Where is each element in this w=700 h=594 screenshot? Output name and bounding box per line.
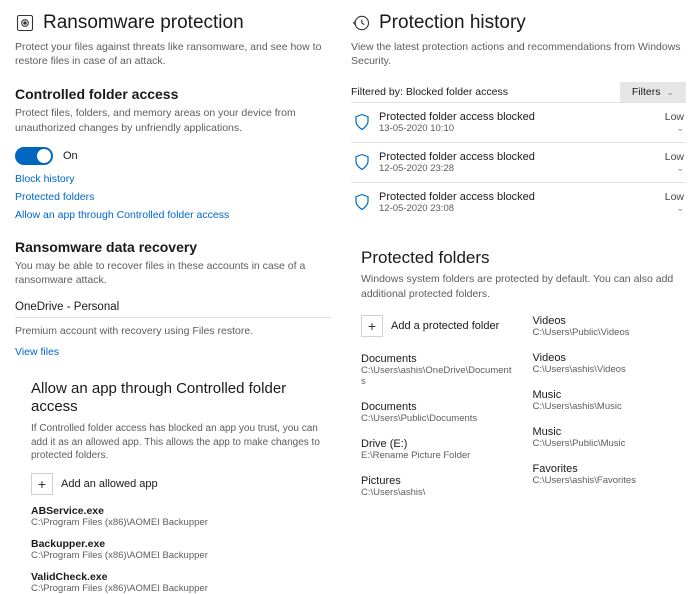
protected-folders-desc: Windows system folders are protected by … — [351, 272, 686, 300]
block-history-link[interactable]: Block history — [15, 173, 331, 185]
history-item[interactable]: Protected folder access blocked 12-05-20… — [351, 142, 686, 182]
recovery-account-desc: Premium account with recovery using File… — [15, 324, 331, 338]
recovery-account: OneDrive - Personal — [15, 301, 331, 313]
allowed-app-item[interactable]: Backupper.exe C:\Program Files (x86)\AOM… — [15, 538, 331, 561]
ransomware-icon — [15, 13, 35, 33]
protected-folder-item[interactable]: Pictures C:\Users\ashis\ — [361, 475, 515, 498]
protected-folders-link[interactable]: Protected folders — [15, 191, 331, 203]
protected-folder-item[interactable]: Documents C:\Users\Public\Documents — [361, 401, 515, 424]
shield-icon — [353, 153, 371, 171]
severity-label: Low — [665, 191, 684, 203]
protected-folder-item[interactable]: Videos C:\Users\Public\Videos — [533, 315, 687, 338]
add-protected-folder-button[interactable]: + Add a protected folder — [361, 315, 515, 337]
severity-label: Low — [665, 111, 684, 123]
plus-icon: + — [31, 473, 53, 495]
history-title: Protection history — [379, 12, 526, 34]
protected-folder-item[interactable]: Documents C:\Users\ashis\OneDrive\Docume… — [361, 353, 515, 387]
chevron-down-icon: ⌄ — [666, 87, 674, 98]
add-allowed-app-label: Add an allowed app — [61, 478, 158, 490]
severity-label: Low — [665, 151, 684, 163]
shield-icon — [353, 193, 371, 211]
filters-button[interactable]: Filters ⌄ — [620, 82, 686, 102]
recovery-desc: You may be able to recover files in thes… — [15, 259, 331, 287]
plus-icon: + — [361, 315, 383, 337]
cfa-title: Controlled folder access — [15, 86, 331, 102]
protected-folders-title: Protected folders — [351, 248, 686, 268]
page-title: Ransomware protection — [43, 12, 244, 34]
allow-desc: If Controlled folder access has blocked … — [15, 422, 331, 463]
protected-folder-item[interactable]: Drive (E:) E:\Rename Picture Folder — [361, 438, 515, 461]
cfa-desc: Protect files, folders, and memory areas… — [15, 106, 331, 134]
chevron-down-icon: ⌄ — [665, 123, 684, 134]
chevron-down-icon: ⌄ — [665, 163, 684, 174]
add-protected-folder-label: Add a protected folder — [391, 320, 499, 332]
filtered-by-label: Filtered by: Blocked folder access — [351, 86, 508, 98]
recovery-title: Ransomware data recovery — [15, 239, 331, 255]
allow-app-link[interactable]: Allow an app through Controlled folder a… — [15, 209, 331, 221]
history-item[interactable]: Protected folder access blocked 12-05-20… — [351, 182, 686, 222]
view-files-link[interactable]: View files — [15, 346, 331, 358]
protected-folder-item[interactable]: Videos C:\Users\ashis\Videos — [533, 352, 687, 375]
chevron-down-icon: ⌄ — [665, 203, 684, 214]
page-desc: Protect your files against threats like … — [15, 40, 331, 68]
history-desc: View the latest protection actions and r… — [351, 40, 686, 68]
add-allowed-app-button[interactable]: + Add an allowed app — [15, 473, 331, 495]
allowed-app-item[interactable]: ABService.exe C:\Program Files (x86)\AOM… — [15, 505, 331, 528]
history-item[interactable]: Protected folder access blocked 13-05-20… — [351, 102, 686, 142]
allowed-app-item[interactable]: ValidCheck.exe C:\Program Files (x86)\AO… — [15, 571, 331, 594]
protected-folder-item[interactable]: Favorites C:\Users\ashis\Favorites — [533, 463, 687, 486]
filters-label: Filters — [632, 86, 661, 98]
history-icon — [351, 13, 371, 33]
shield-icon — [353, 113, 371, 131]
cfa-toggle[interactable] — [15, 147, 53, 165]
allow-title: Allow an app through Controlled folder a… — [15, 380, 331, 416]
protected-folder-item[interactable]: Music C:\Users\Public\Music — [533, 426, 687, 449]
protected-folder-item[interactable]: Music C:\Users\ashis\Music — [533, 389, 687, 412]
cfa-toggle-label: On — [63, 150, 78, 162]
